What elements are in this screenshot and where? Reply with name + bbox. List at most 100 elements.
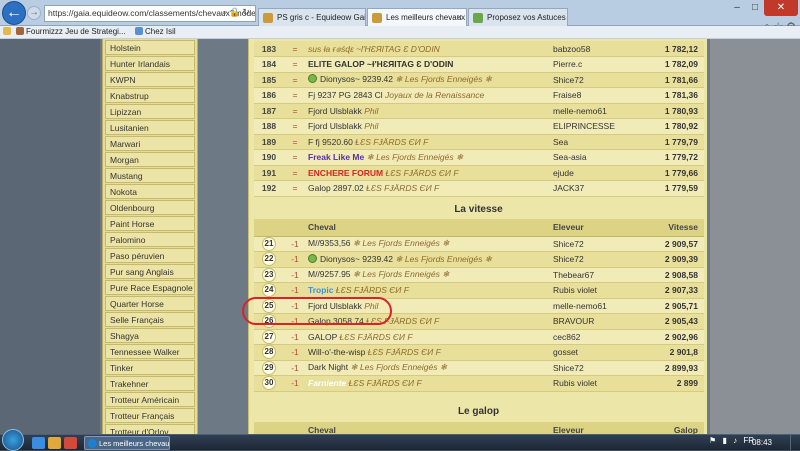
favorites-add-icon[interactable]: [3, 27, 13, 36]
owner-link[interactable]: babzoo58: [551, 41, 636, 57]
horse-name-link[interactable]: F fj 9520.60: [308, 137, 353, 147]
start-button-icon[interactable]: [2, 429, 24, 451]
lock-icon[interactable]: 🔒: [229, 7, 240, 17]
sidebar-item-breed[interactable]: Lipizzan: [105, 103, 195, 119]
sidebar-item-breed[interactable]: Trotteur Américain: [105, 391, 195, 407]
owner-link[interactable]: BRAVOUR: [551, 313, 636, 330]
owner-link[interactable]: melle-nemo61: [551, 103, 636, 119]
horse-name-link[interactable]: Fjord Ulsblakk: [308, 106, 362, 116]
volume-icon[interactable]: ♪: [733, 436, 737, 445]
owner-link[interactable]: Rubis violet: [551, 282, 636, 299]
favorite-chez-isil[interactable]: Chez Isil: [135, 27, 176, 36]
horse-name-link[interactable]: Farniente: [308, 378, 346, 388]
horse-name-link[interactable]: Dionysos~ 9239.42: [320, 254, 393, 264]
association-link[interactable]: ⱢƐS FɈӒRDS ЄИ F: [336, 285, 409, 295]
association-link[interactable]: Phil: [364, 106, 378, 116]
owner-link[interactable]: ejude: [551, 165, 636, 181]
horse-name-link[interactable]: M//9257.95: [308, 269, 351, 279]
owner-link[interactable]: Fraise8: [551, 87, 636, 104]
association-link[interactable]: ⱢƐS FɈӒRDS ЄИ F: [349, 378, 422, 388]
horse-name-link[interactable]: Fj 9237 PG 2843 Cl: [308, 90, 383, 100]
association-link[interactable]: ❄ Les Fjords Enneigés ❄: [395, 74, 491, 84]
owner-link[interactable]: Shice72: [551, 72, 636, 88]
owner-link[interactable]: Rubis violet: [551, 375, 636, 392]
association-link[interactable]: ⱢƐS FɈӒRDS ЄИ F: [340, 332, 413, 342]
sidebar-item-breed[interactable]: Paso péruvien: [105, 247, 195, 263]
sidebar-item-breed[interactable]: Shagya: [105, 327, 195, 343]
horse-name-link[interactable]: GALOP: [308, 332, 337, 342]
sidebar-item-breed[interactable]: Trakehner: [105, 375, 195, 391]
favorite-fourmizzz[interactable]: Fourmizzz Jeu de Strategi...: [16, 27, 126, 36]
association-link[interactable]: Phil: [364, 121, 378, 131]
owner-link[interactable]: JACK37: [551, 180, 636, 197]
network-icon[interactable]: ▮: [722, 436, 726, 445]
sidebar-item-breed[interactable]: Tennessee Walker: [105, 343, 195, 359]
flag-icon[interactable]: ⚑: [709, 436, 716, 445]
horse-name-link[interactable]: ELITE GALOP ~ɫ'HƐЯITAG Ɛ D'ODIN: [308, 59, 453, 69]
refresh-icon[interactable]: ↻: [242, 7, 250, 17]
sidebar-item-breed[interactable]: Pure Race Espagnole: [105, 279, 195, 295]
association-link[interactable]: ❄ Les Fjords Enneigés ❄: [395, 254, 491, 264]
sidebar-item-breed[interactable]: Trotteur Français: [105, 407, 195, 423]
owner-link[interactable]: Sea: [551, 134, 636, 150]
tab-astuces[interactable]: Proposez vos Astuces: [468, 8, 568, 26]
association-link[interactable]: ❄ Les Fjords Enneigés ❄: [367, 152, 463, 162]
back-button[interactable]: ←: [2, 1, 26, 25]
association-link[interactable]: ❄ Les Fjords Enneigés ❄: [353, 269, 449, 279]
owner-link[interactable]: Shice72: [551, 251, 636, 268]
show-desktop-button[interactable]: [790, 435, 800, 450]
owner-link[interactable]: melle-nemo61: [551, 298, 636, 314]
minimize-icon[interactable]: –: [728, 0, 746, 16]
sidebar-item-breed[interactable]: Holstein: [105, 39, 195, 55]
association-link[interactable]: Joyaux de la Renaissance: [385, 90, 484, 100]
association-link[interactable]: ❄ Les Fjords Enneigés ❄: [353, 238, 449, 248]
sidebar-item-breed[interactable]: KWPN: [105, 71, 195, 87]
sidebar-item-breed[interactable]: Quarter Horse: [105, 295, 195, 311]
owner-link[interactable]: ELIPRINCESSE: [551, 118, 636, 135]
search-icon[interactable]: ⌕: [222, 7, 227, 17]
association-link[interactable]: ❄ Les Fjords Enneigés ❄: [351, 362, 447, 372]
horse-name-link[interactable]: Galop 2897.02: [308, 183, 364, 193]
association-link[interactable]: ⱢƐS FɈӒRDS ЄИ F: [368, 347, 441, 357]
owner-link[interactable]: gosset: [551, 344, 636, 361]
owner-link[interactable]: Thebear67: [551, 267, 636, 283]
horse-name-link[interactable]: Fjord Ulsblakk: [308, 121, 362, 131]
owner-link[interactable]: Sea-asia: [551, 149, 636, 166]
sidebar-item-breed[interactable]: Oldenbourg: [105, 199, 195, 215]
owner-link[interactable]: Shice72: [551, 236, 636, 252]
horse-name-link[interactable]: Freak Like Me: [308, 152, 364, 162]
sidebar-item-breed[interactable]: Morgan: [105, 151, 195, 167]
horse-name-link[interactable]: M//9353,56: [308, 238, 351, 248]
sidebar-item-breed[interactable]: Tinker: [105, 359, 195, 375]
sidebar-item-breed[interactable]: Trotteur d'Orlov: [105, 423, 195, 434]
sidebar-item-breed[interactable]: Lusitanien: [105, 119, 195, 135]
sidebar-item-breed[interactable]: Hunter Irlandais: [105, 55, 195, 71]
horse-name-link[interactable]: ENCHERE FORUM: [308, 168, 383, 178]
owner-link[interactable]: Shice72: [551, 360, 636, 376]
sidebar-item-breed[interactable]: Palomino: [105, 231, 195, 247]
forward-button[interactable]: →: [27, 6, 41, 20]
horse-name-link[interactable]: Dark Night: [308, 362, 348, 372]
taskbar-task-browser[interactable]: Les meilleurs chevau...: [84, 436, 170, 450]
sidebar-item-breed[interactable]: Marwari: [105, 135, 195, 151]
ie-icon[interactable]: [32, 437, 45, 449]
tab-ps-gris[interactable]: PS gris c - Equideow Gaia: [258, 8, 366, 26]
close-window-icon[interactable]: ✕: [764, 0, 798, 16]
close-tab-icon[interactable]: ×: [457, 12, 462, 22]
sidebar-item-breed[interactable]: Paint Horse: [105, 215, 195, 231]
horse-name-link[interactable]: Tropic: [308, 285, 334, 295]
sidebar-item-breed[interactable]: Selle Français: [105, 311, 195, 327]
association-link[interactable]: ⱢƐS FɈӒRDS ЄИ F: [355, 137, 428, 147]
horse-name-link[interactable]: Will-o'-the-wisp: [308, 347, 365, 357]
horse-name-link[interactable]: Dionysos~ 9239.42: [320, 74, 393, 84]
sidebar-item-breed[interactable]: Pur sang Anglais: [105, 263, 195, 279]
tab-meilleurs-chevaux[interactable]: Les meilleurs chevaux - Equ... ×: [367, 8, 467, 26]
horse-name-link[interactable]: sus ła ғ๏śɖɛ ~ɫ'HƐЯITAG Ɛ D'ODIN: [308, 44, 440, 54]
owner-link[interactable]: cec862: [551, 329, 636, 345]
sidebar-item-breed[interactable]: Nokota: [105, 183, 195, 199]
sidebar-item-breed[interactable]: Knabstrup: [105, 87, 195, 103]
association-link[interactable]: ⱢƐS FɈӒRDS ЄИ F: [366, 183, 439, 193]
chrome-icon[interactable]: [64, 437, 77, 449]
sidebar-item-breed[interactable]: Mustang: [105, 167, 195, 183]
folder-icon[interactable]: [48, 437, 61, 449]
